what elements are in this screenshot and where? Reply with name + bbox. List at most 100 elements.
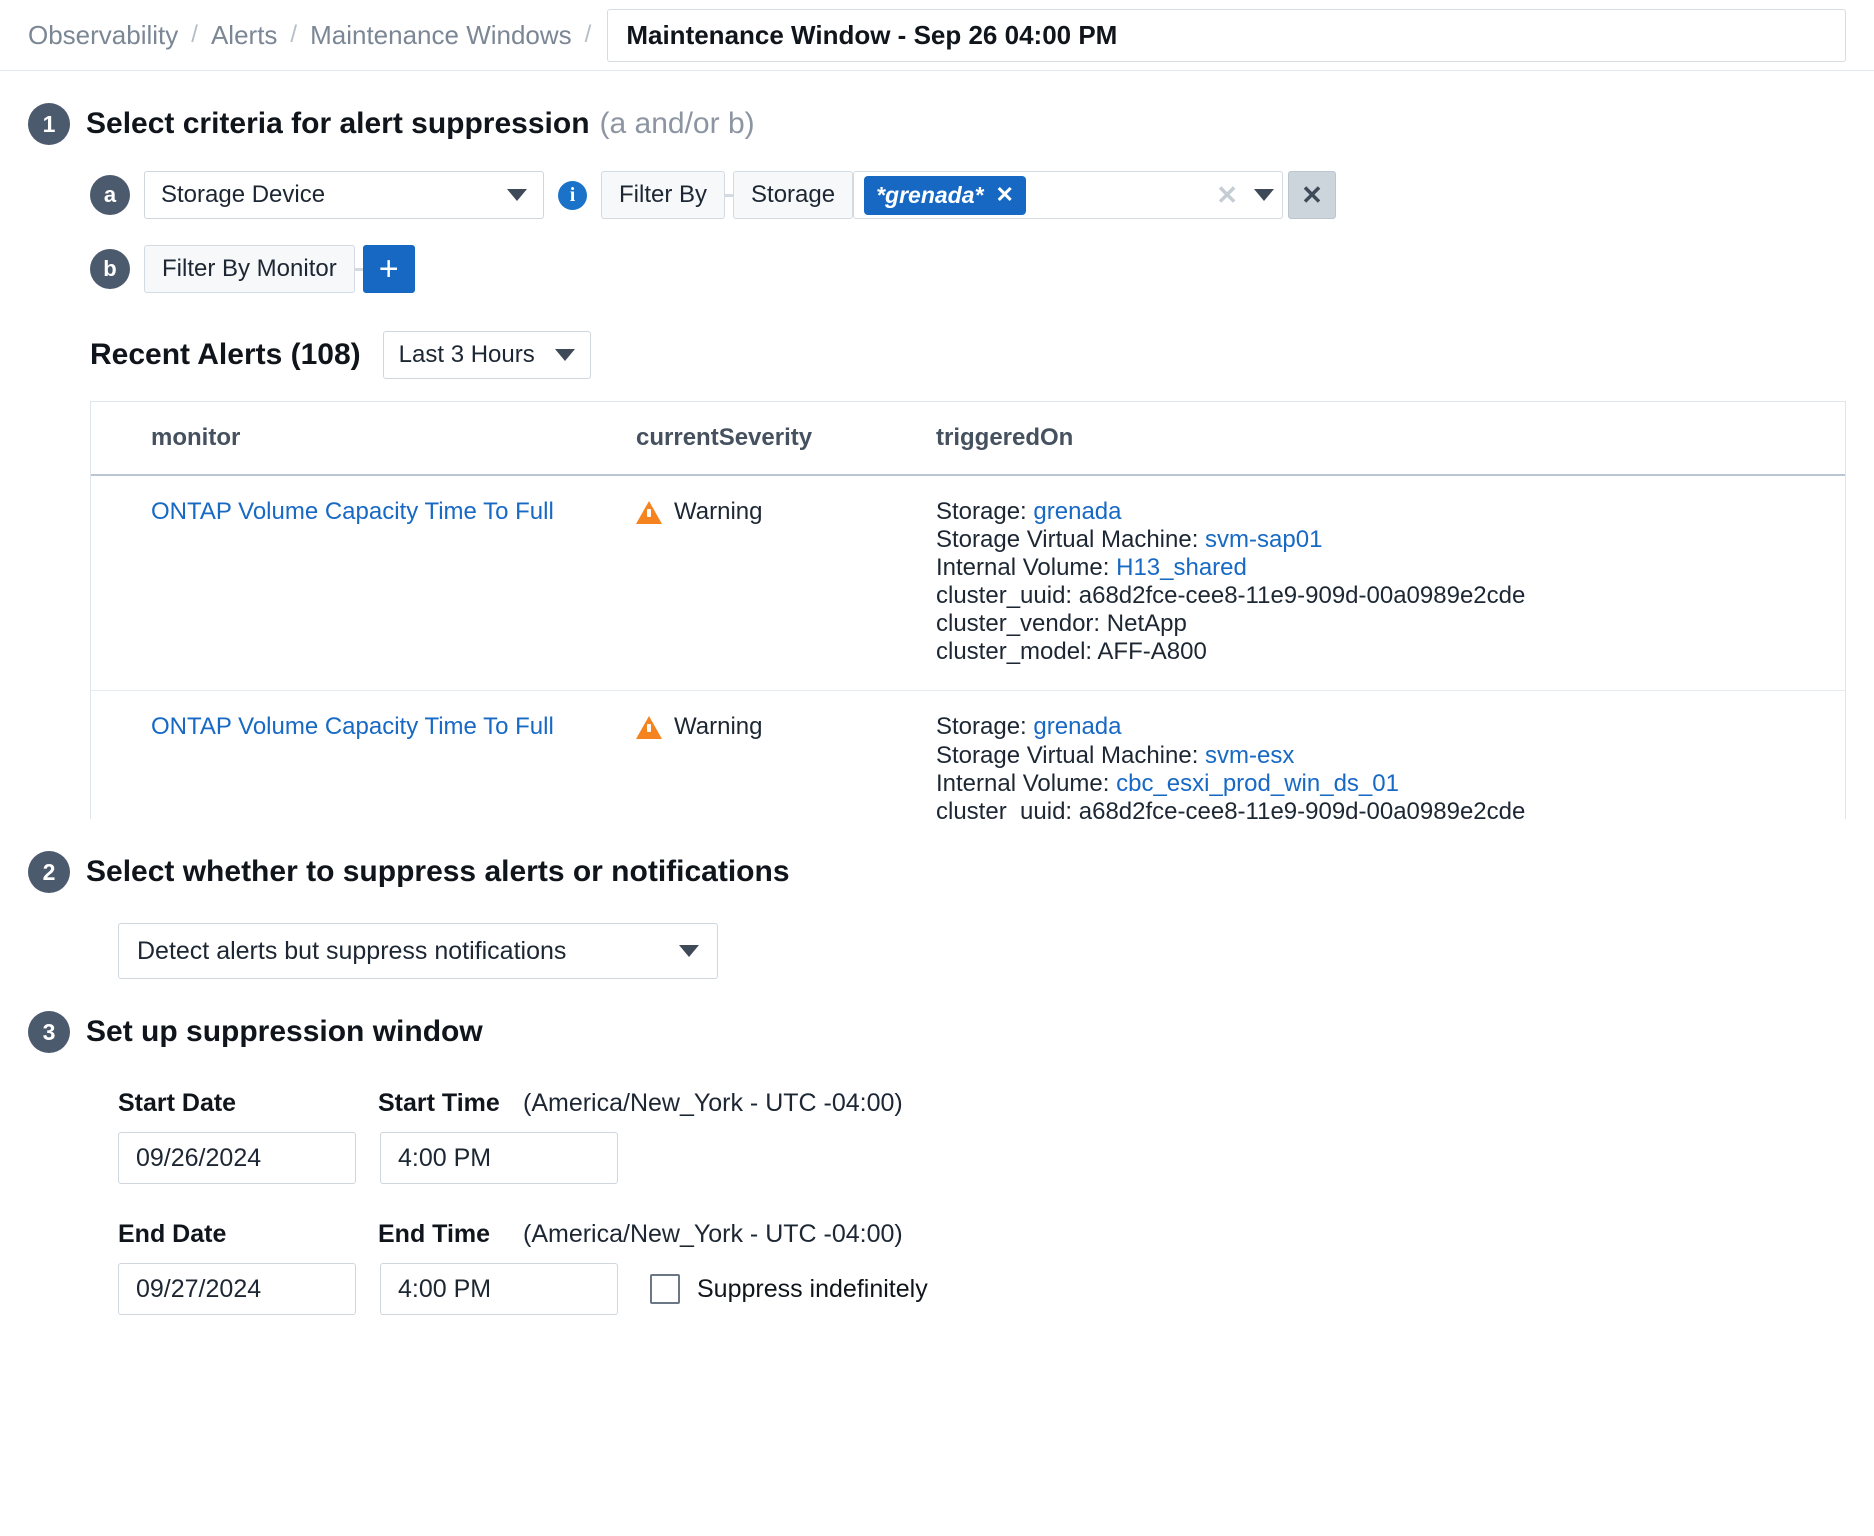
- suppress-indefinitely-checkbox[interactable]: [650, 1274, 680, 1304]
- remove-filter-button[interactable]: ✕: [1288, 171, 1336, 219]
- step-1-header: 1 Select criteria for alert suppression(…: [28, 103, 1846, 145]
- filter-group-b: Filter By Monitor +: [144, 245, 415, 293]
- triggered-on-value: a68d2fce-cee8-11e9-909d-00a0989e2cde: [1079, 798, 1526, 819]
- warning-triangle-icon: [636, 716, 662, 739]
- breadcrumb-item-observability[interactable]: Observability: [28, 20, 178, 51]
- status-badge: Warning: [636, 713, 936, 741]
- table-body: ONTAP Volume Capacity Time To Full Warni…: [91, 475, 1845, 819]
- end-time-input[interactable]: 4:00 PM: [380, 1263, 618, 1315]
- triggered-on-value[interactable]: svm-sap01: [1205, 526, 1322, 553]
- table-header-row: monitor currentSeverity triggeredOn: [91, 402, 1845, 475]
- criteria-section: a Storage Device i Filter By Storage *gr…: [28, 171, 1846, 819]
- triggered-on-label: cluster_model:: [936, 638, 1092, 665]
- breadcrumb-item-alerts[interactable]: Alerts: [211, 20, 277, 51]
- column-header-monitor[interactable]: monitor: [91, 402, 636, 475]
- column-header-current-severity[interactable]: currentSeverity: [636, 402, 936, 475]
- suppress-indefinitely-label: Suppress indefinitely: [697, 1275, 928, 1304]
- table-head: monitor currentSeverity triggeredOn: [91, 402, 1845, 475]
- step-2-title: Select whether to suppress alerts or not…: [86, 855, 790, 889]
- start-inputs: 09/26/2024 4:00 PM: [118, 1132, 1846, 1184]
- remove-token-icon[interactable]: ✕: [995, 182, 1013, 208]
- triggered-on-value[interactable]: H13_shared: [1116, 554, 1247, 581]
- filter-by-button[interactable]: Filter By: [601, 171, 725, 219]
- maintenance-window-name-field[interactable]: Maintenance Window - Sep 26 04:00 PM: [607, 9, 1846, 62]
- step-1-subtitle: (a and/or b): [600, 107, 755, 140]
- table-row[interactable]: ONTAP Volume Capacity Time To Full Warni…: [91, 691, 1845, 819]
- triggered-on-label: cluster_uuid:: [936, 582, 1072, 609]
- chevron-down-icon[interactable]: [1254, 189, 1274, 201]
- entity-type-select[interactable]: Storage Device: [144, 171, 544, 219]
- step-3-title: Set up suppression window: [86, 1015, 483, 1049]
- filter-token[interactable]: *grenada* ✕: [864, 176, 1026, 215]
- step-3-badge: 3: [28, 1011, 70, 1053]
- triggered-on-value[interactable]: grenada: [1033, 498, 1121, 525]
- clear-field-icon[interactable]: ✕: [1210, 180, 1244, 211]
- breadcrumb-item-maintenance-windows[interactable]: Maintenance Windows: [310, 20, 572, 51]
- suppression-window-fields: Start Date Start Time (America/New_York …: [28, 1089, 1846, 1315]
- step-2-badge: 2: [28, 851, 70, 893]
- breadcrumb-bar: Observability / Alerts / Maintenance Win…: [0, 0, 1874, 71]
- filter-token-label: *grenada*: [876, 182, 983, 209]
- start-date-input[interactable]: 09/26/2024: [118, 1132, 356, 1184]
- triggered-on-value[interactable]: cbc_esxi_prod_win_ds_01: [1116, 770, 1399, 797]
- recent-alerts-title: Recent Alerts (108): [90, 338, 361, 372]
- filter-by-monitor-button[interactable]: Filter By Monitor: [144, 245, 355, 293]
- breadcrumb-separator: /: [585, 21, 592, 49]
- page-title: Maintenance Window - Sep 26 04:00 PM: [626, 20, 1117, 50]
- triggered-on-value: NetApp: [1107, 610, 1187, 637]
- breadcrumb-separator: /: [290, 21, 297, 49]
- step-1-title-text: Select criteria for alert suppression: [86, 107, 590, 140]
- end-inputs: 09/27/2024 4:00 PM Suppress indefinitely: [118, 1263, 1846, 1315]
- entity-type-value: Storage Device: [161, 181, 325, 209]
- recent-alerts-header: Recent Alerts (108) Last 3 Hours: [90, 331, 1846, 379]
- monitor-link[interactable]: ONTAP Volume Capacity Time To Full: [151, 713, 554, 740]
- suppression-mode-value: Detect alerts but suppress notifications: [137, 937, 566, 966]
- filter-attribute-button[interactable]: Storage: [733, 171, 853, 219]
- end-date-label: End Date: [118, 1220, 378, 1249]
- breadcrumb-separator: /: [191, 21, 198, 49]
- chevron-down-icon: [679, 945, 699, 957]
- suppression-mode-select[interactable]: Detect alerts but suppress notifications: [118, 923, 718, 979]
- triggered-on-value[interactable]: svm-esx: [1205, 742, 1294, 769]
- time-range-select[interactable]: Last 3 Hours: [383, 331, 591, 379]
- triggered-on-label: Storage:: [936, 713, 1027, 740]
- cell-severity: Warning: [636, 475, 936, 691]
- triggered-on-value[interactable]: grenada: [1033, 713, 1121, 740]
- triggered-on-label: Storage:: [936, 498, 1027, 525]
- cell-triggered-on: Storage: grenada Storage Virtual Machine…: [936, 475, 1845, 691]
- end-timezone-label: (America/New_York - UTC -04:00): [523, 1220, 903, 1249]
- filter-connector: [725, 194, 733, 197]
- end-labels: End Date End Time (America/New_York - UT…: [118, 1220, 1846, 1249]
- severity-label: Warning: [674, 498, 762, 526]
- info-icon[interactable]: i: [558, 181, 587, 210]
- filter-value-token-field[interactable]: *grenada* ✕ ✕: [853, 171, 1283, 219]
- triggered-on-line: cluster_vendor: NetApp: [936, 610, 1845, 638]
- criteria-badge-a: a: [90, 175, 130, 215]
- add-monitor-filter-button[interactable]: +: [363, 245, 415, 293]
- triggered-on-line: Storage: grenada: [936, 498, 1845, 526]
- start-timezone-label: (America/New_York - UTC -04:00): [523, 1089, 903, 1118]
- page-content: 1 Select criteria for alert suppression(…: [0, 103, 1874, 1315]
- monitor-link[interactable]: ONTAP Volume Capacity Time To Full: [151, 498, 554, 525]
- recent-alerts-table-container[interactable]: monitor currentSeverity triggeredOn ONTA…: [90, 401, 1846, 819]
- suppress-indefinitely-group[interactable]: Suppress indefinitely: [650, 1274, 928, 1304]
- start-time-label: Start Time: [378, 1089, 523, 1118]
- end-date-input[interactable]: 09/27/2024: [118, 1263, 356, 1315]
- step-3-header: 3 Set up suppression window: [28, 1011, 1846, 1053]
- filter-connector: [355, 268, 363, 271]
- column-header-triggered-on[interactable]: triggeredOn: [936, 402, 1845, 475]
- triggered-on-line: Storage: grenada: [936, 713, 1845, 741]
- triggered-on-line: Storage Virtual Machine: svm-esx: [936, 742, 1845, 770]
- triggered-on-label: cluster_vendor:: [936, 610, 1100, 637]
- table-row[interactable]: ONTAP Volume Capacity Time To Full Warni…: [91, 475, 1845, 691]
- step-2-header: 2 Select whether to suppress alerts or n…: [28, 851, 1846, 893]
- status-badge: Warning: [636, 498, 936, 526]
- triggered-on-label: Storage Virtual Machine:: [936, 526, 1198, 553]
- triggered-on-line: cluster_model: AFF-A800: [936, 638, 1845, 666]
- criteria-badge-b: b: [90, 249, 130, 289]
- warning-triangle-icon: [636, 501, 662, 524]
- start-time-input[interactable]: 4:00 PM: [380, 1132, 618, 1184]
- chevron-down-icon: [507, 189, 527, 201]
- criteria-row-a: a Storage Device i Filter By Storage *gr…: [90, 171, 1846, 219]
- start-labels: Start Date Start Time (America/New_York …: [118, 1089, 1846, 1118]
